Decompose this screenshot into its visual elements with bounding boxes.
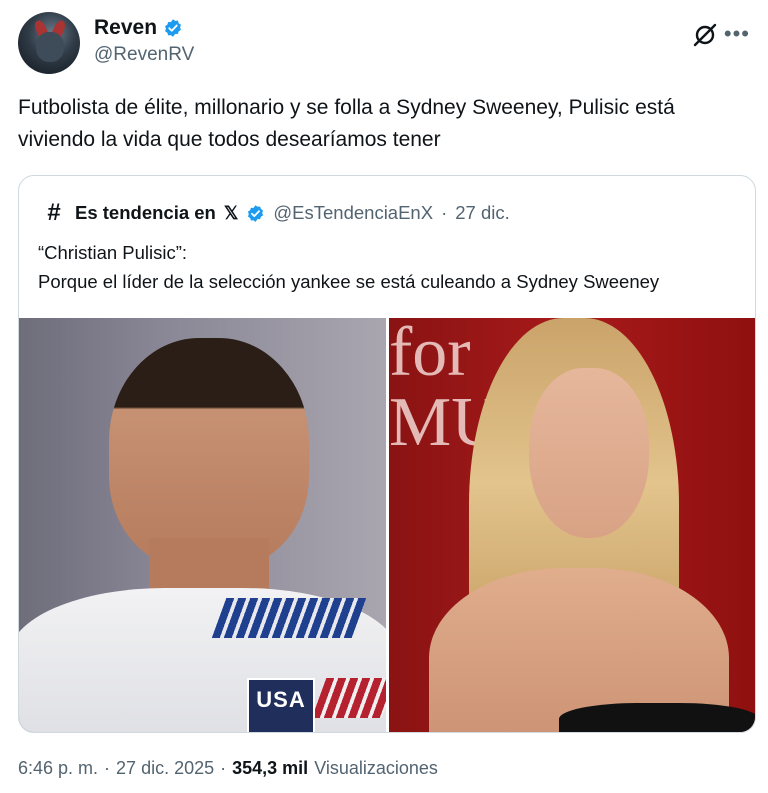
views-count: 354,3 mil [232,758,309,778]
more-icon[interactable]: ••• [724,23,750,45]
shirt-stripes [211,598,367,638]
quoted-date[interactable]: 27 dic. [455,202,510,224]
tweet-header: Reven @RevenRV ••• [18,12,750,76]
quoted-tweet[interactable]: # Es tendencia en 𝕏 @EsTendenciaEnX · 27… [18,175,756,733]
avatar-face [36,32,64,62]
verified-badge-icon [165,19,181,37]
tweet-text: Futbolista de élite, millonario y se fol… [18,96,675,151]
grok-icon[interactable] [692,22,718,48]
quoted-media[interactable]: USA for MU [19,318,755,732]
tweet-time[interactable]: 6:46 p. m. [18,758,98,779]
separator-dot: · [104,758,111,778]
woman-face [529,368,649,538]
quoted-text-line1: “Christian Pulisic”: [38,242,188,263]
hashtag-icon: # [47,199,61,226]
quoted-text: “Christian Pulisic”: Porque el líder de … [38,238,738,296]
woman-dress [559,703,755,732]
quoted-author-name: Es tendencia en [75,202,216,223]
separator-dot: · [220,758,227,778]
views-label: Visualizaciones [314,758,438,778]
avatar[interactable] [18,12,80,74]
author-name-row: Reven [94,16,183,40]
tweet-date[interactable]: 27 dic. 2025 [116,758,214,779]
usa-crest: USA [247,678,315,732]
quoted-text-line2: Porque el líder de la selección yankee s… [38,271,660,292]
separator-dot: · [441,202,448,223]
verified-badge-icon [248,204,264,222]
quoted-header: # Es tendencia en 𝕏 @EsTendenciaEnX · 27… [41,199,510,226]
tweet-meta: 6:46 p. m. · 27 dic. 2025 · 354,3 mil Vi… [18,758,438,779]
x-logo-icon: 𝕏 [223,202,239,223]
player-head [109,338,309,568]
author-handle[interactable]: @RevenRV [94,44,194,66]
quoted-author-handle: @EsTendenciaEnX [273,202,434,223]
shirt-red-stripes [311,678,386,718]
media-image-left[interactable]: USA [19,318,386,732]
author-name[interactable]: Reven [94,16,157,40]
media-image-right[interactable]: for MU [389,318,755,732]
